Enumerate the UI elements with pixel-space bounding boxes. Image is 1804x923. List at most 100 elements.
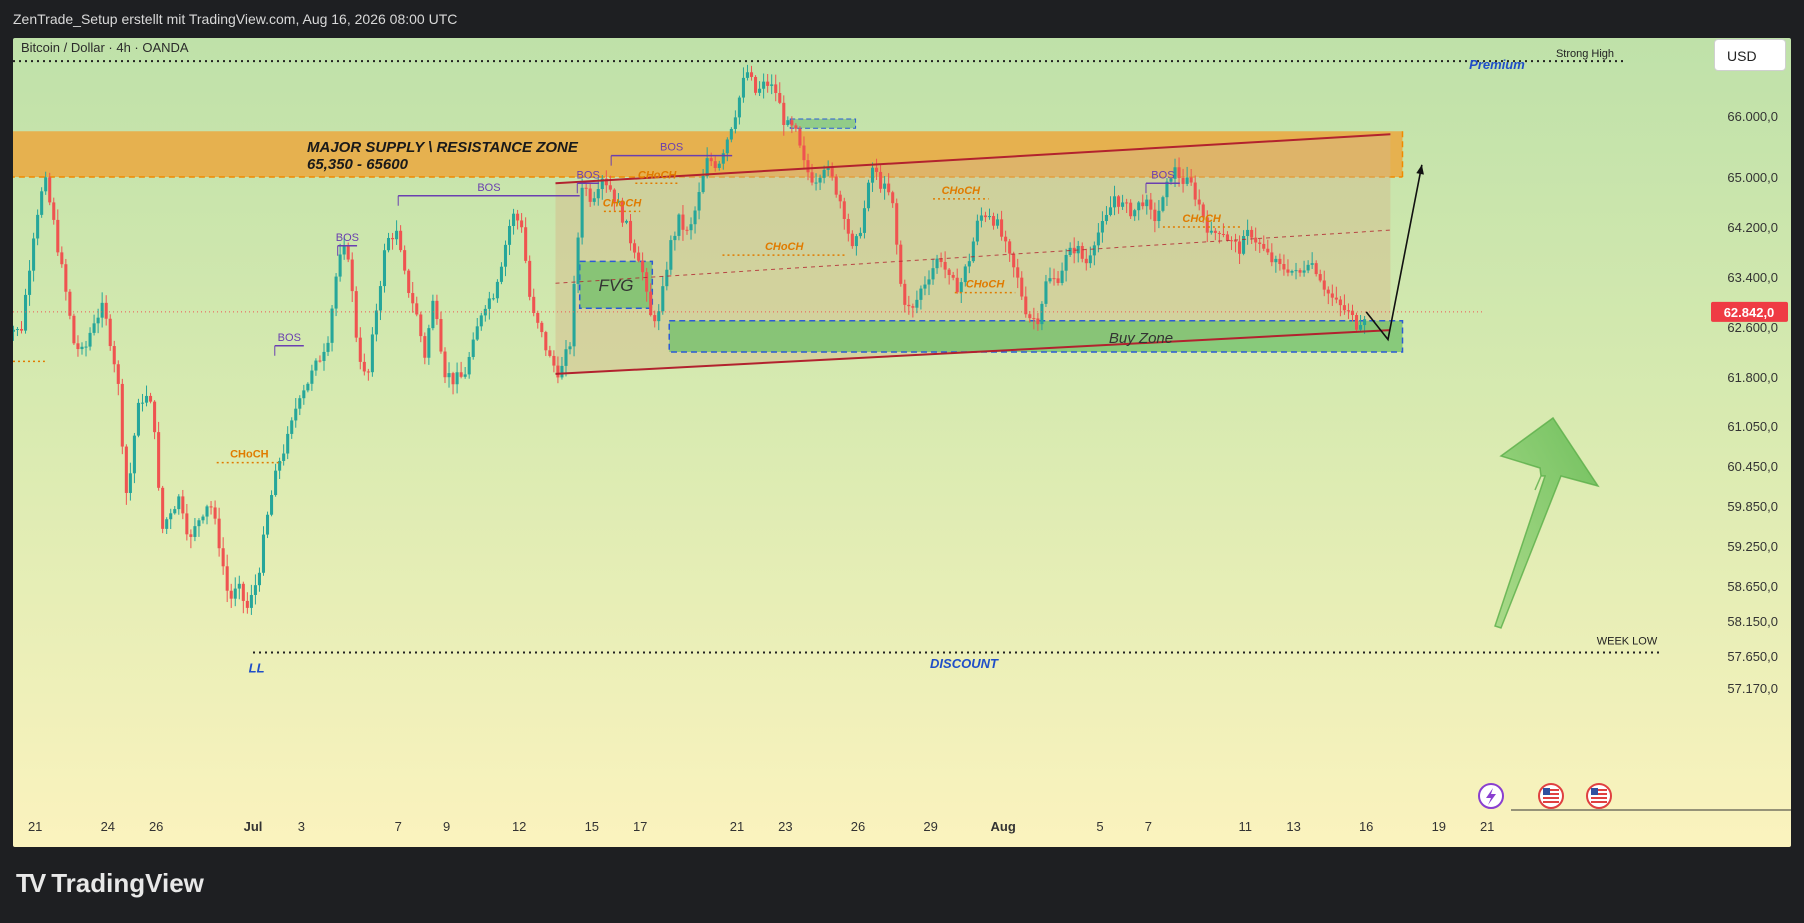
candle-body	[1080, 245, 1084, 259]
candle-body	[286, 433, 290, 454]
candle-body	[15, 329, 19, 331]
time-tick-label: 19	[1432, 819, 1446, 834]
candle-body	[1084, 258, 1088, 264]
candle-body	[1040, 303, 1044, 325]
candle-body	[524, 227, 528, 261]
price-tick-label: 64.200,0	[1727, 220, 1778, 235]
current-price-label: 62.842,0	[1724, 305, 1775, 320]
candle-body	[729, 128, 733, 140]
candle-body	[891, 192, 895, 204]
candle-body	[528, 260, 532, 297]
candle-body	[1350, 310, 1355, 316]
choch-label: CHoCH	[230, 449, 269, 461]
candle-body	[370, 334, 374, 373]
candle-body	[503, 244, 508, 267]
chart-area[interactable]: BOS BOS BOS BOS BOS BOS CHoCH CHoCH CHoCH CHoCH CH…	[13, 38, 1791, 847]
candle-body	[157, 432, 161, 488]
tradingview-logo[interactable]: TV TradingView	[16, 868, 204, 899]
price-tick-label: 59.850,0	[1727, 499, 1778, 514]
time-tick-label: 21	[730, 819, 744, 834]
candle-body	[1096, 232, 1100, 246]
candle-body	[1363, 319, 1367, 326]
candle-body	[1238, 241, 1242, 254]
candle-body	[209, 506, 213, 508]
candle-body	[512, 213, 516, 226]
bos-label: BOS	[1151, 169, 1174, 181]
candle-body	[540, 322, 544, 333]
candle-body	[1302, 270, 1306, 273]
time-tick-label: 3	[298, 819, 305, 834]
time-tick-label: 16	[1359, 819, 1373, 834]
candle-body	[463, 374, 467, 377]
candle-body	[419, 314, 423, 337]
candle-body	[1242, 236, 1246, 254]
candle-body	[19, 329, 24, 331]
candle-body	[217, 518, 221, 549]
candlestick-chart[interactable]: BOS BOS BOS BOS BOS BOS CHoCH CHoCH CHoCH CHoCH CH…	[13, 38, 1791, 847]
candle-body	[1108, 207, 1113, 215]
candle-body	[1229, 240, 1234, 242]
candle-body	[241, 583, 245, 601]
candle-body	[709, 158, 713, 162]
candle-body	[1185, 177, 1189, 184]
choch-label: CHoCH	[942, 185, 982, 197]
candle-body	[169, 513, 173, 520]
candle-body	[556, 365, 560, 378]
candle-body	[201, 516, 205, 521]
candle-body	[721, 153, 725, 164]
candle-body	[479, 315, 483, 327]
candle-body	[1314, 263, 1318, 275]
choch-label: CHoCH	[638, 169, 678, 181]
candle-body	[447, 373, 451, 378]
candle-body	[322, 351, 326, 362]
candle-body	[1209, 230, 1213, 233]
candle-body	[1012, 253, 1016, 268]
candle-body	[306, 383, 310, 391]
time-tick-label: 23	[778, 819, 792, 834]
candle-body	[72, 315, 76, 344]
candle-body	[257, 572, 261, 586]
candle-body	[48, 177, 52, 203]
candle-body	[866, 182, 871, 209]
currency-selector-button[interactable]: USD	[1714, 39, 1786, 71]
time-tick-label: 17	[633, 819, 647, 834]
candle-body	[290, 420, 294, 434]
candle-body	[189, 534, 193, 537]
symbol-label: Bitcoin / Dollar · 4h · OANDA	[21, 40, 189, 55]
candle-body	[459, 372, 463, 377]
candle-body	[858, 232, 862, 237]
candle-body	[927, 279, 931, 285]
candle-body	[475, 326, 479, 340]
candle-body	[741, 77, 745, 98]
candle-body	[947, 269, 951, 275]
candle-body	[1310, 263, 1314, 265]
candle-body	[44, 177, 48, 192]
candle-body	[520, 220, 524, 228]
candle-body	[975, 220, 979, 242]
candle-body	[1141, 202, 1145, 207]
candle-body	[253, 585, 257, 595]
price-tick-label: 61.800,0	[1727, 370, 1778, 385]
candle-body	[165, 519, 169, 529]
candle-body	[572, 283, 576, 347]
us-flag-icon-2[interactable]	[1586, 783, 1612, 809]
candle-body	[879, 171, 883, 189]
bos-label: BOS	[477, 182, 500, 194]
time-tick-label: 7	[1145, 819, 1152, 834]
candle-body	[443, 351, 447, 378]
candle-body	[1318, 274, 1322, 281]
candle-body	[423, 336, 427, 358]
candle-body	[568, 346, 572, 350]
candle-body	[1100, 221, 1104, 233]
candle-body	[314, 360, 318, 371]
candle-body	[249, 594, 253, 608]
candle-body	[350, 259, 354, 292]
candle-body	[1246, 229, 1250, 237]
candle-body	[532, 296, 536, 313]
candle-body	[967, 261, 971, 267]
buy-zone-box	[668, 320, 1404, 353]
ll-label: LL	[249, 661, 265, 676]
candle-body	[136, 402, 140, 436]
us-flag-icon[interactable]	[1538, 783, 1564, 809]
lightning-icon[interactable]	[1478, 783, 1504, 809]
